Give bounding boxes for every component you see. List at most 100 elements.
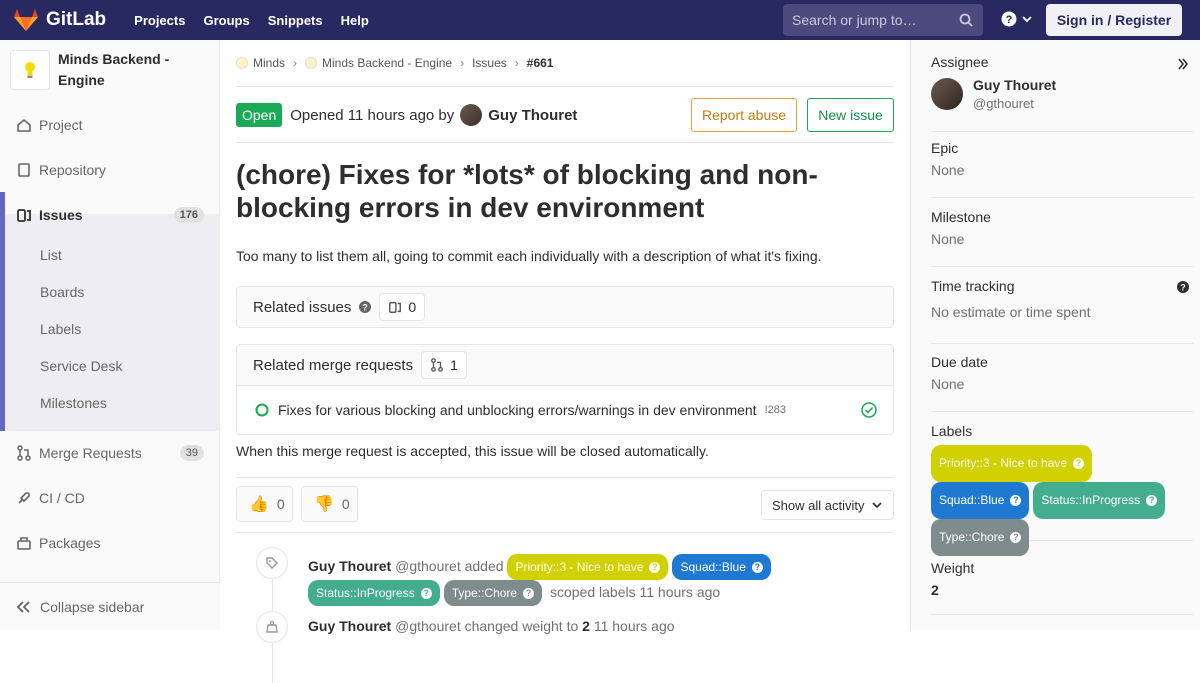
breadcrumb: Minds › Minds Backend - Engine › Issues …	[236, 40, 894, 87]
sidebar-item-issues[interactable]: Issues 176	[0, 192, 220, 237]
activity-author[interactable]: Guy Thouret	[308, 558, 391, 574]
sidebar-sub-service-desk[interactable]: Service Desk	[40, 358, 122, 374]
labels-list: Priority::3 - Nice to have? Squad::Blue?…	[931, 445, 1193, 556]
thumbsup-award-button[interactable]: 👍 0	[236, 486, 293, 522]
activity-handle[interactable]: @gthouret	[395, 618, 461, 634]
breadcrumb-item-issues[interactable]: Issues	[472, 56, 507, 70]
opened-text: Opened 11 hours ago by	[290, 106, 455, 124]
new-issue-button[interactable]: New issue	[807, 98, 894, 132]
sign-in-button[interactable]: Sign in / Register	[1046, 4, 1182, 36]
search-icon	[959, 13, 973, 27]
milestone-section: Milestone None	[931, 209, 1193, 267]
assignee-name[interactable]: Guy Thouret	[973, 77, 1056, 93]
activity-item: Guy Thouret @gthouret changed weight to …	[308, 618, 675, 634]
tanuki-icon	[14, 9, 38, 31]
group-avatar-icon	[236, 57, 248, 69]
breadcrumb-item-project[interactable]: Minds Backend - Engine	[322, 56, 452, 70]
nav-groups[interactable]: Groups	[203, 13, 249, 28]
double-chevron-right-icon[interactable]	[1177, 58, 1189, 70]
brand-name: GitLab	[46, 9, 107, 30]
sidebar-item-label: Merge Requests	[39, 444, 142, 461]
related-mr-title[interactable]: Fixes for various blocking and unblockin…	[278, 402, 757, 418]
activity-item: Guy Thouret @gthouret added Priority::3 …	[308, 554, 894, 606]
sidebar-item-repository[interactable]: Repository	[0, 147, 220, 192]
label-priority[interactable]: Priority::3 - Nice to have?	[931, 445, 1093, 482]
breadcrumb-item-group[interactable]: Minds	[253, 56, 285, 70]
package-icon	[16, 535, 32, 551]
label-priority[interactable]: Priority::3 - Nice to have?	[507, 554, 669, 580]
assignee-handle: @gthouret	[973, 96, 1034, 111]
sidebar-sub-boards[interactable]: Boards	[40, 284, 84, 300]
gitlab-logo[interactable]: GitLab	[14, 9, 106, 31]
author-name[interactable]: Guy Thouret	[488, 107, 577, 124]
sidebar-sub-labels[interactable]: Labels	[40, 321, 81, 337]
nav-projects[interactable]: Projects	[134, 13, 185, 28]
question-icon: ?	[1146, 495, 1158, 506]
merge-icon	[16, 444, 32, 461]
issues-icon	[16, 207, 32, 223]
label-squad[interactable]: Squad::Blue?	[931, 482, 1030, 519]
label-status[interactable]: Status::InProgress?	[1033, 482, 1166, 519]
weight-value: 2	[931, 582, 939, 598]
sidebar-item-project[interactable]: Project	[0, 102, 220, 147]
activity-suffix: 11 hours ago	[593, 618, 675, 634]
top-navbar: GitLab Projects Groups Snippets Help Sea…	[0, 0, 1200, 40]
time-tracking-section: Time tracking ? No estimate or time spen…	[931, 278, 1193, 344]
sidebar-item-ci-cd[interactable]: CI / CD	[0, 475, 220, 520]
project-header[interactable]: Minds Backend - Engine	[0, 40, 219, 100]
sidebar-sub-milestones[interactable]: Milestones	[40, 395, 107, 411]
issue-title: (chore) Fixes for *lots* of blocking and…	[236, 159, 818, 223]
chevron-right-icon: ›	[460, 56, 465, 70]
issue-sidebar: Assignee Guy Thouret @gthouret Epic None…	[910, 40, 1200, 630]
thumbsdown-icon: 👎	[314, 496, 334, 513]
sidebar-item-merge-requests[interactable]: Merge Requests 39	[0, 430, 220, 475]
question-icon[interactable]: ?	[1177, 281, 1189, 293]
status-badge: Open	[236, 103, 283, 127]
collapse-sidebar-button[interactable]: Collapse sidebar	[0, 582, 220, 630]
epic-label: Epic	[931, 140, 959, 156]
mr-count-badge: 39	[179, 444, 204, 461]
weight-icon	[256, 611, 288, 643]
thumbsdown-award-button[interactable]: 👎 0	[301, 486, 358, 522]
sidebar-sub-list[interactable]: List	[40, 247, 62, 263]
question-icon[interactable]: ?	[359, 301, 372, 313]
activity-author[interactable]: Guy Thouret	[308, 618, 391, 634]
assignee-avatar[interactable]	[931, 78, 963, 110]
question-icon: ?	[1010, 495, 1022, 506]
label-type[interactable]: Type::Chore?	[931, 519, 1030, 556]
mr-close-note: When this merge request is accepted, thi…	[236, 443, 709, 459]
sidebar-item-label: Project	[39, 116, 83, 133]
double-chevron-left-icon	[16, 600, 30, 613]
sidebar-item-label: Repository	[39, 161, 106, 178]
author-avatar[interactable]	[460, 104, 483, 126]
related-mr-ref: !283	[764, 403, 786, 416]
lightbulb-icon	[25, 62, 35, 78]
mr-open-status-icon	[255, 403, 269, 416]
search-input[interactable]: Search or jump to…	[783, 4, 983, 36]
project-avatar-icon	[305, 57, 318, 69]
time-tracking-label: Time tracking	[931, 278, 1015, 294]
related-mrs-count-value: 1	[450, 357, 458, 373]
related-mr-item[interactable]: Fixes for various blocking and unblockin…	[237, 385, 893, 433]
search-placeholder: Search or jump to…	[792, 12, 917, 28]
label-squad[interactable]: Squad::Blue?	[672, 554, 771, 580]
nav-snippets[interactable]: Snippets	[268, 13, 323, 28]
activity-filter-dropdown[interactable]: Show all activity	[761, 490, 894, 520]
help-dropdown[interactable]: ?	[1001, 11, 1032, 27]
question-icon: ?	[1073, 458, 1085, 469]
pipeline-passed-icon[interactable]	[861, 402, 877, 418]
related-issues-label: Related issues	[253, 298, 352, 316]
milestone-label: Milestone	[931, 209, 991, 225]
weight-section: Weight 2	[931, 560, 1193, 615]
report-abuse-button[interactable]: Report abuse	[691, 98, 797, 132]
label-type[interactable]: Type::Chore?	[443, 580, 543, 606]
sidebar-item-packages[interactable]: Packages	[0, 520, 220, 565]
related-mrs-label: Related merge requests	[253, 356, 414, 374]
milestone-value: None	[931, 231, 965, 247]
label-text: Priority::3 - Nice to have	[939, 456, 1068, 470]
epic-value: None	[931, 162, 965, 178]
label-status[interactable]: Status::InProgress?	[308, 580, 440, 606]
breadcrumb-item-issue[interactable]: #661	[527, 56, 554, 70]
activity-handle[interactable]: @gthouret	[395, 558, 461, 574]
nav-help[interactable]: Help	[341, 13, 369, 28]
